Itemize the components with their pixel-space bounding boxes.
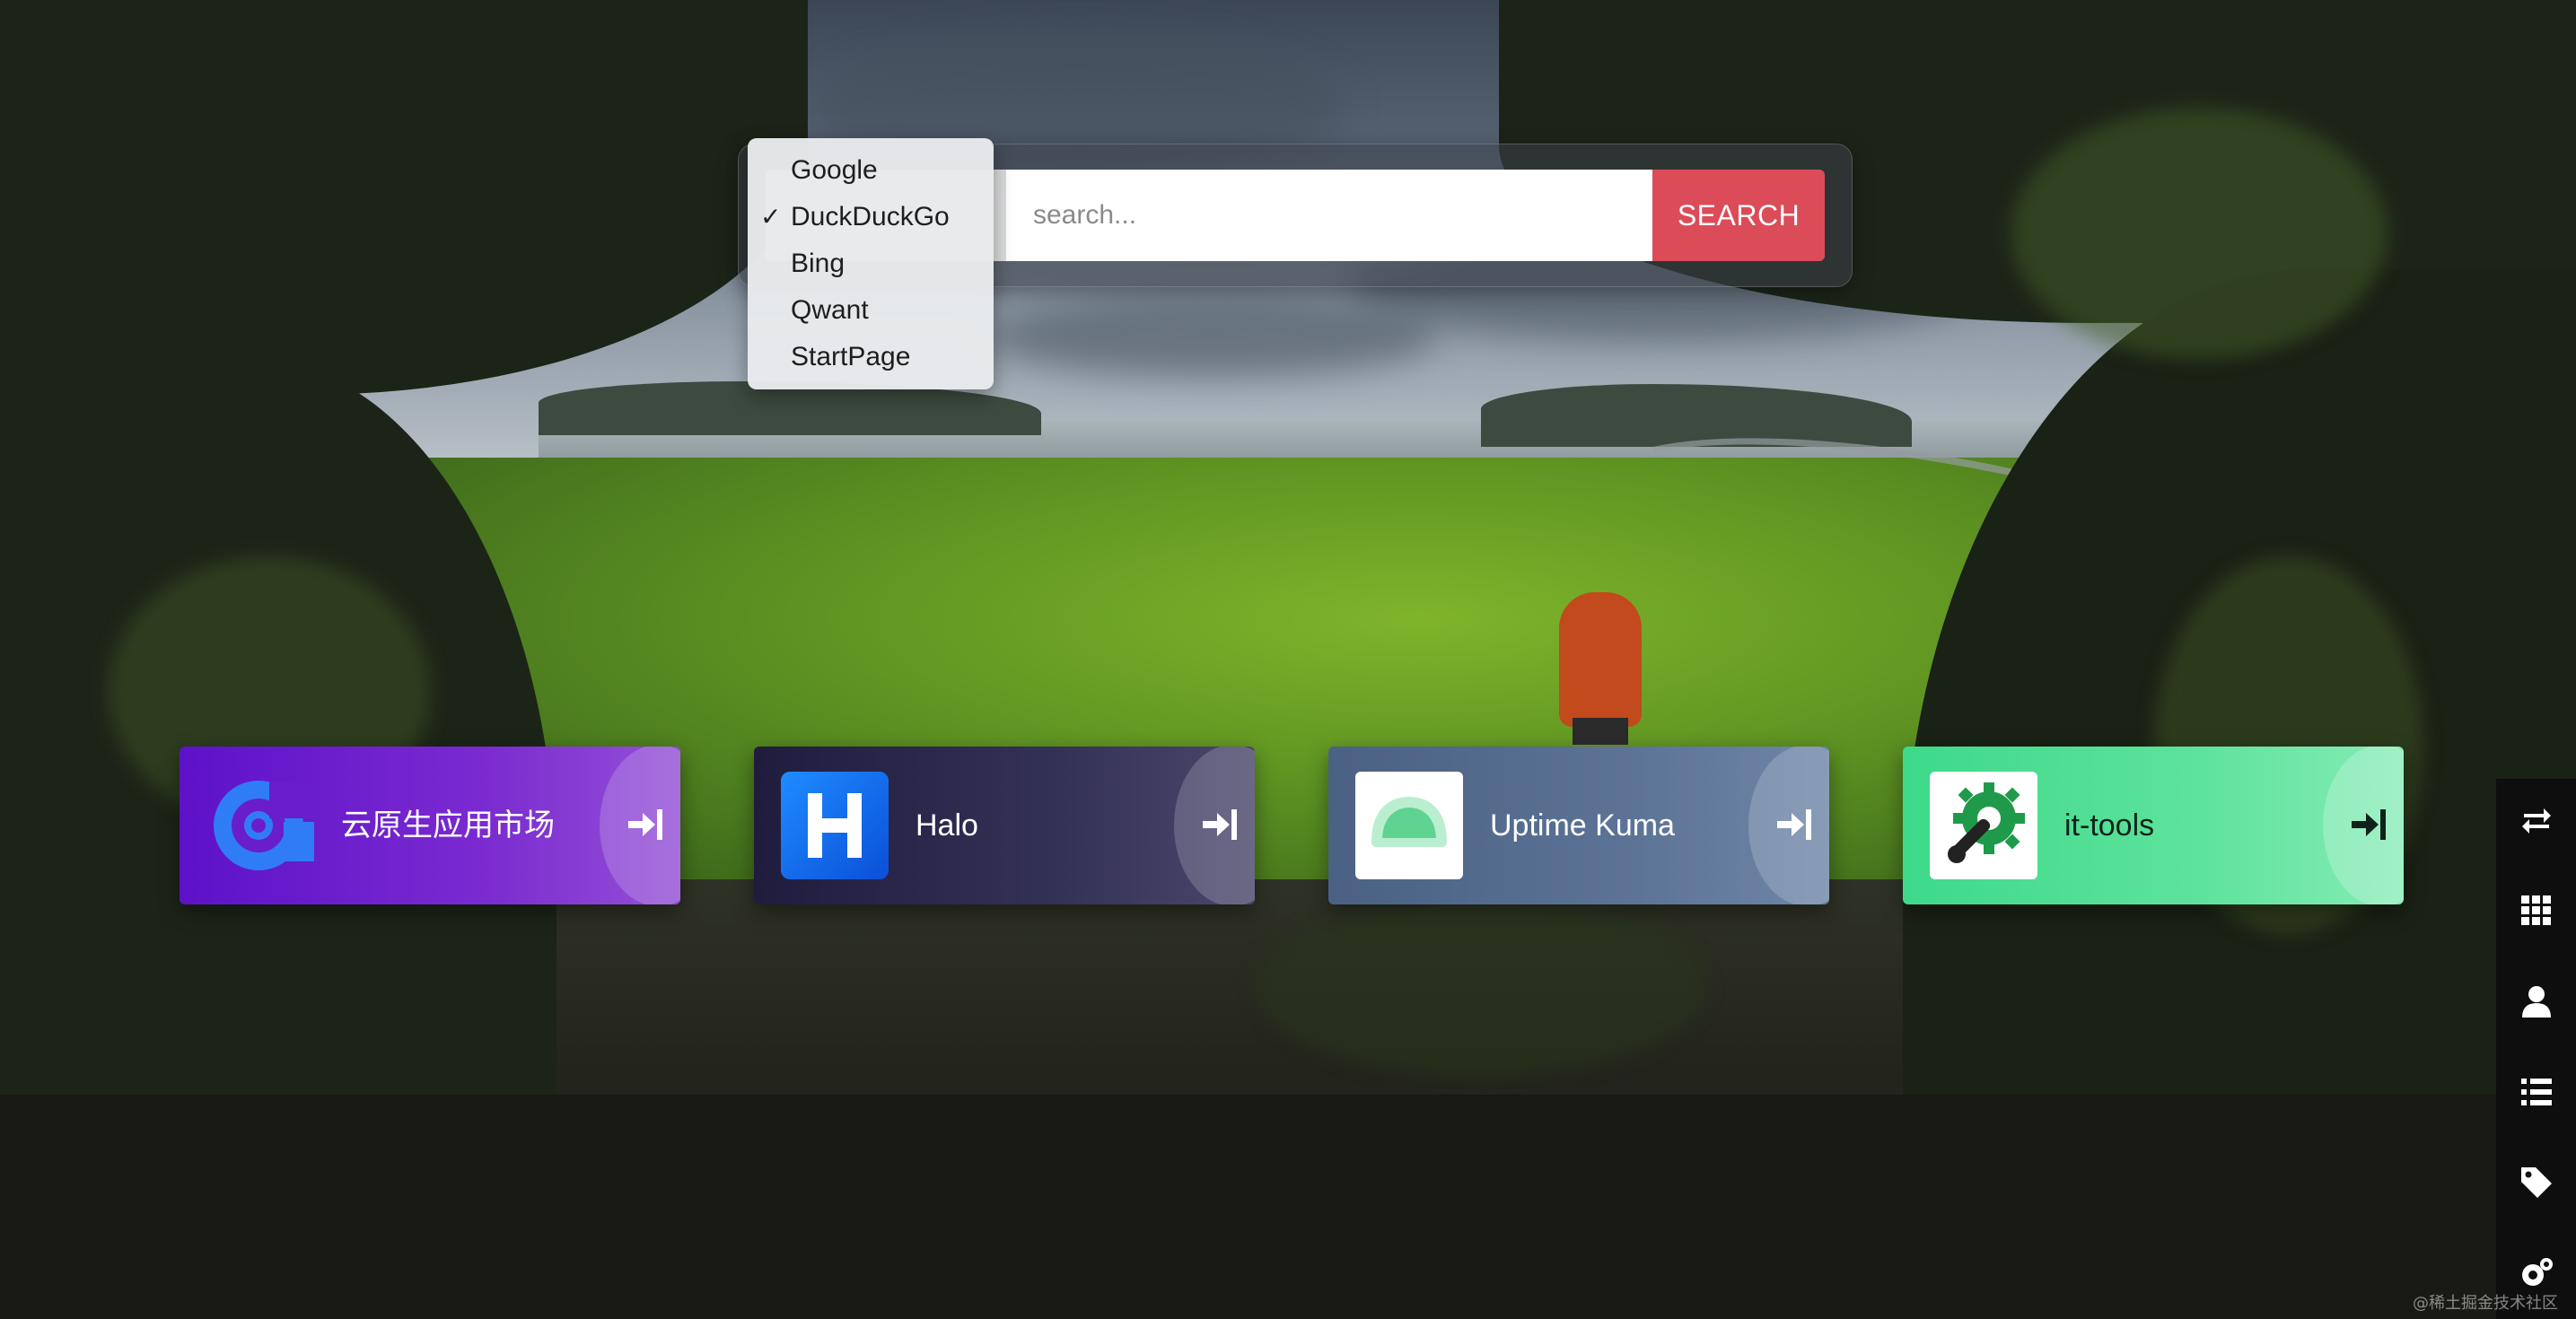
side-toolbar (2496, 779, 2576, 1319)
engine-dropdown: Google ✓ DuckDuckGo Bing Qwant StartPage (748, 138, 994, 389)
engine-option-duckduckgo[interactable]: ✓ DuckDuckGo (748, 194, 994, 240)
engine-option-label: DuckDuckGo (791, 202, 950, 231)
apps-grid-button[interactable] (2496, 869, 2576, 960)
engine-option-qwant[interactable]: Qwant (748, 287, 994, 334)
halo-logo-icon (781, 772, 889, 879)
app-card-label: 云原生应用市场 (341, 808, 555, 843)
launch-button[interactable] (2323, 747, 2404, 904)
grid-icon (2520, 895, 2551, 925)
launch-button[interactable] (1174, 747, 1255, 904)
app-card-it-tools[interactable]: it-tools (1903, 747, 2404, 904)
page: ⌄ SEARCH Google ✓ DuckDuckGo Bing Qwant … (0, 0, 2576, 1319)
engine-option-label: StartPage (791, 342, 911, 371)
settings-icon (2521, 1258, 2553, 1286)
engine-option-label: Qwant (791, 295, 869, 325)
app-card-halo[interactable]: Halo (754, 747, 1255, 904)
engine-option-bing[interactable]: Bing (748, 240, 994, 287)
tags-button[interactable] (2496, 1141, 2576, 1232)
hiker-figure (1559, 592, 1642, 727)
swap-button[interactable] (2496, 779, 2576, 869)
engine-option-startpage[interactable]: StartPage (748, 334, 994, 380)
it-tools-logo-icon (1930, 772, 2037, 879)
search-input[interactable] (1006, 170, 1652, 261)
app-card-label: it-tools (2064, 808, 2155, 843)
engine-option-label: Google (791, 155, 878, 185)
app-card-label: Halo (916, 808, 978, 843)
launch-button[interactable] (600, 747, 680, 904)
cloud-market-logo-icon (206, 772, 314, 879)
sign-in-icon (1203, 809, 1237, 840)
sign-in-icon (1777, 809, 1811, 840)
user-button[interactable] (2496, 960, 2576, 1051)
sign-in-icon (628, 809, 662, 840)
launch-button[interactable] (1748, 747, 1829, 904)
app-card-label: Uptime Kuma (1490, 808, 1675, 843)
swap-icon (2521, 808, 2551, 834)
list-button[interactable] (2496, 1051, 2576, 1141)
sign-in-icon (2352, 809, 2386, 840)
app-card-uptime-kuma[interactable]: Uptime Kuma (1328, 747, 1829, 904)
app-card-cloud-market[interactable]: 云原生应用市场 (180, 747, 680, 904)
user-icon (2521, 986, 2551, 1018)
engine-option-label: Bing (791, 249, 846, 278)
engine-option-google[interactable]: Google (748, 147, 994, 194)
tag-icon (2520, 1167, 2552, 1198)
search-button[interactable]: SEARCH (1652, 170, 1825, 261)
watermark: @稀土掘金技术社区 (2413, 1294, 2558, 1313)
uptime-kuma-logo-icon (1355, 772, 1463, 879)
checkmark-icon: ✓ (760, 203, 782, 231)
list-icon (2520, 1079, 2552, 1105)
